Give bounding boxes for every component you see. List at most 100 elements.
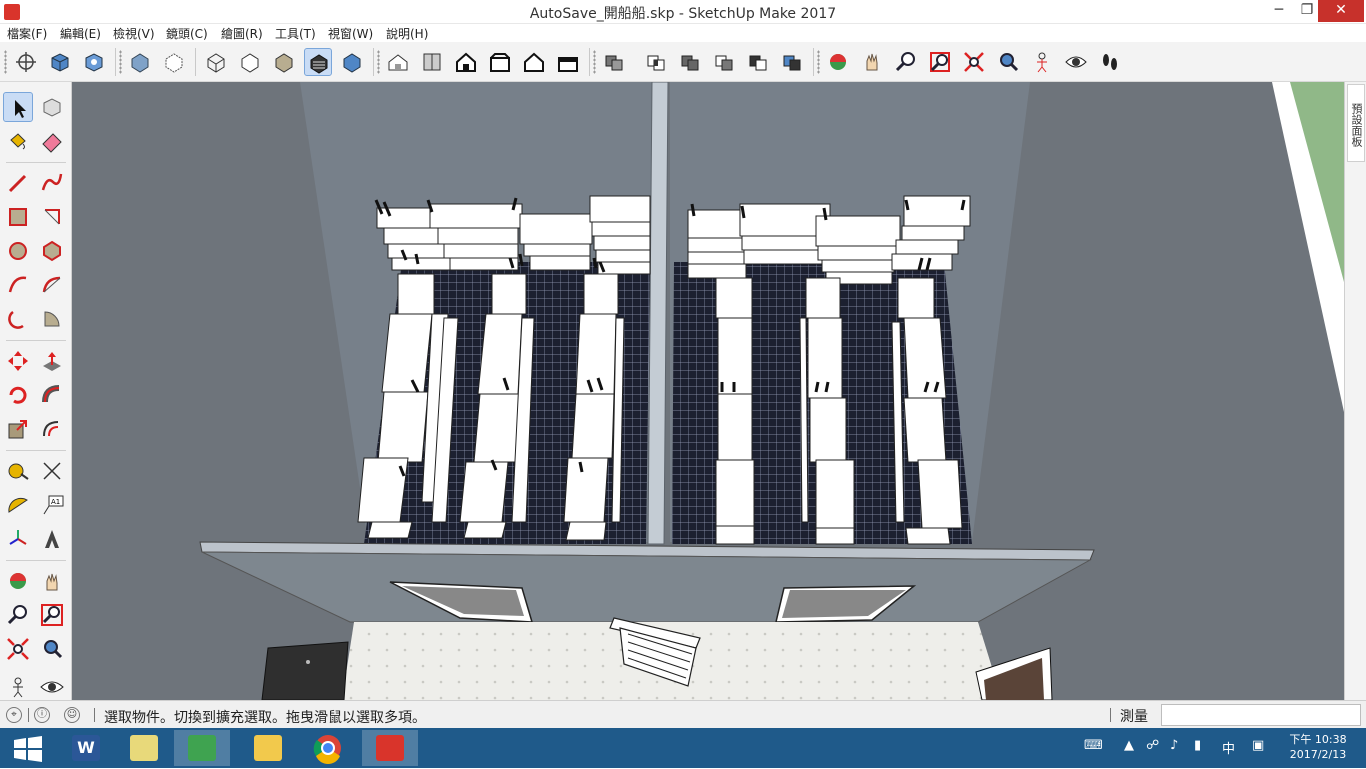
- zoom-extents-icon[interactable]: [960, 48, 988, 76]
- select-camera-icon[interactable]: [12, 48, 40, 76]
- rotate-icon[interactable]: [3, 380, 33, 410]
- look-around-icon[interactable]: [1062, 48, 1090, 76]
- file-explorer-icon[interactable]: [240, 730, 296, 766]
- back-edges-icon[interactable]: [160, 48, 188, 76]
- 3d-text-icon[interactable]: [37, 524, 67, 554]
- default-tray-tab[interactable]: 預設面板: [1347, 84, 1365, 162]
- menu-view[interactable]: 檢視(V): [113, 25, 155, 42]
- rotated-rectangle-icon[interactable]: [37, 202, 67, 232]
- menu-tools[interactable]: 工具(T): [275, 25, 316, 42]
- left-view-icon[interactable]: [554, 48, 582, 76]
- measurements-input[interactable]: [1161, 704, 1361, 726]
- media-player-icon[interactable]: [174, 730, 230, 766]
- keyboard-icon[interactable]: ⌨: [1084, 738, 1103, 753]
- toolbar-grip[interactable]: [4, 50, 7, 74]
- sketchup-icon[interactable]: [362, 730, 418, 766]
- front-view-icon[interactable]: [452, 48, 480, 76]
- zoom-icon[interactable]: [892, 48, 920, 76]
- battery-icon[interactable]: ▮: [1194, 738, 1201, 753]
- menu-window[interactable]: 視窗(W): [328, 25, 373, 42]
- protractor-icon[interactable]: [3, 490, 33, 520]
- menu-edit[interactable]: 編輯(E): [60, 25, 101, 42]
- svg-text:A1: A1: [51, 498, 60, 506]
- dimension-icon[interactable]: [37, 456, 67, 486]
- file-manager-icon[interactable]: [116, 730, 172, 766]
- word-icon[interactable]: W: [58, 730, 114, 766]
- outer-shell-icon[interactable]: [600, 48, 628, 76]
- follow-me-icon[interactable]: [37, 380, 67, 410]
- wireframe-icon[interactable]: [202, 48, 230, 76]
- pan-icon[interactable]: [37, 566, 67, 596]
- scale-icon[interactable]: [3, 414, 33, 444]
- text-icon[interactable]: A1: [37, 490, 67, 520]
- two-point-arc-icon[interactable]: [37, 270, 67, 300]
- rectangle-icon[interactable]: [3, 202, 33, 232]
- geo-location-icon[interactable]: ⌖: [6, 707, 22, 723]
- top-view-icon[interactable]: [418, 48, 446, 76]
- system-clock[interactable]: 下午 10:38 2017/2/13: [1286, 732, 1350, 762]
- menu-draw[interactable]: 繪圖(R): [221, 25, 263, 42]
- credits-icon[interactable]: ⓘ: [34, 707, 50, 723]
- pie-icon[interactable]: [37, 304, 67, 334]
- chrome-icon[interactable]: [300, 730, 356, 766]
- show-hidden-icons-icon[interactable]: ▲: [1124, 738, 1134, 753]
- pan-icon[interactable]: [858, 48, 886, 76]
- shaded-icon[interactable]: [270, 48, 298, 76]
- zoom-icon[interactable]: [3, 600, 33, 630]
- ime-indicator[interactable]: 中: [1222, 738, 1235, 757]
- menu-camera[interactable]: 鏡頭(C): [166, 25, 208, 42]
- select-icon[interactable]: [3, 92, 33, 122]
- polygon-icon[interactable]: [37, 236, 67, 266]
- position-camera-icon[interactable]: [1028, 48, 1056, 76]
- previous-view-icon[interactable]: [994, 48, 1022, 76]
- subtract-icon[interactable]: [710, 48, 738, 76]
- three-point-arc-icon[interactable]: [3, 304, 33, 334]
- clock-date: 2017/2/13: [1289, 748, 1347, 761]
- iso-view-icon[interactable]: [384, 48, 412, 76]
- push-pull-icon[interactable]: [37, 346, 67, 376]
- orbit-icon[interactable]: [824, 48, 852, 76]
- hidden-line-icon[interactable]: [236, 48, 264, 76]
- paint-bucket-icon[interactable]: [3, 126, 33, 156]
- component-icon[interactable]: [46, 48, 74, 76]
- eraser-icon[interactable]: [37, 126, 67, 156]
- volume-icon[interactable]: ♪: [1170, 738, 1178, 753]
- start-icon[interactable]: [0, 730, 56, 766]
- right-view-icon[interactable]: [486, 48, 514, 76]
- zoom-extents-icon[interactable]: [3, 634, 33, 664]
- orbit-icon[interactable]: [3, 566, 33, 596]
- offset-icon[interactable]: [37, 414, 67, 444]
- union-icon[interactable]: [676, 48, 704, 76]
- axes-icon[interactable]: [3, 524, 33, 554]
- arc-icon[interactable]: [3, 270, 33, 300]
- look-around-icon[interactable]: [37, 672, 67, 702]
- close-button[interactable]: ✕: [1318, 0, 1364, 22]
- user-account-icon[interactable]: ☺: [64, 707, 80, 723]
- menu-file[interactable]: 檔案(F): [7, 25, 47, 42]
- trim-icon[interactable]: [744, 48, 772, 76]
- circle-icon[interactable]: [3, 236, 33, 266]
- menu-help[interactable]: 說明(H): [386, 25, 428, 42]
- position-camera-icon[interactable]: [3, 672, 33, 702]
- model-viewport[interactable]: [72, 82, 1344, 700]
- zoom-window-icon[interactable]: [37, 600, 67, 630]
- make-component-icon[interactable]: [37, 92, 67, 122]
- freehand-icon[interactable]: [37, 168, 67, 198]
- walk-icon[interactable]: [1096, 48, 1124, 76]
- tape-measure-icon[interactable]: [3, 456, 33, 486]
- shaded-texture-icon[interactable]: [304, 48, 332, 76]
- 3d-warehouse-icon[interactable]: [80, 48, 108, 76]
- action-center-icon[interactable]: ▣: [1252, 738, 1264, 753]
- split-icon[interactable]: [778, 48, 806, 76]
- move-icon[interactable]: [3, 346, 33, 376]
- previous-icon[interactable]: [37, 634, 67, 664]
- xray-icon[interactable]: [126, 48, 154, 76]
- network-icon[interactable]: ☍: [1146, 738, 1159, 753]
- windows-taskbar: W ⌨ ▲ ☍ ♪ ▮ 中 ▣ 下午 10:38 2017/2/13: [0, 728, 1366, 768]
- back-view-icon[interactable]: [520, 48, 548, 76]
- zoom-window-icon[interactable]: [926, 48, 954, 76]
- line-icon[interactable]: [3, 168, 33, 198]
- intersect-icon[interactable]: [642, 48, 670, 76]
- model-scene: [199, 82, 1344, 700]
- monochrome-icon[interactable]: [338, 48, 366, 76]
